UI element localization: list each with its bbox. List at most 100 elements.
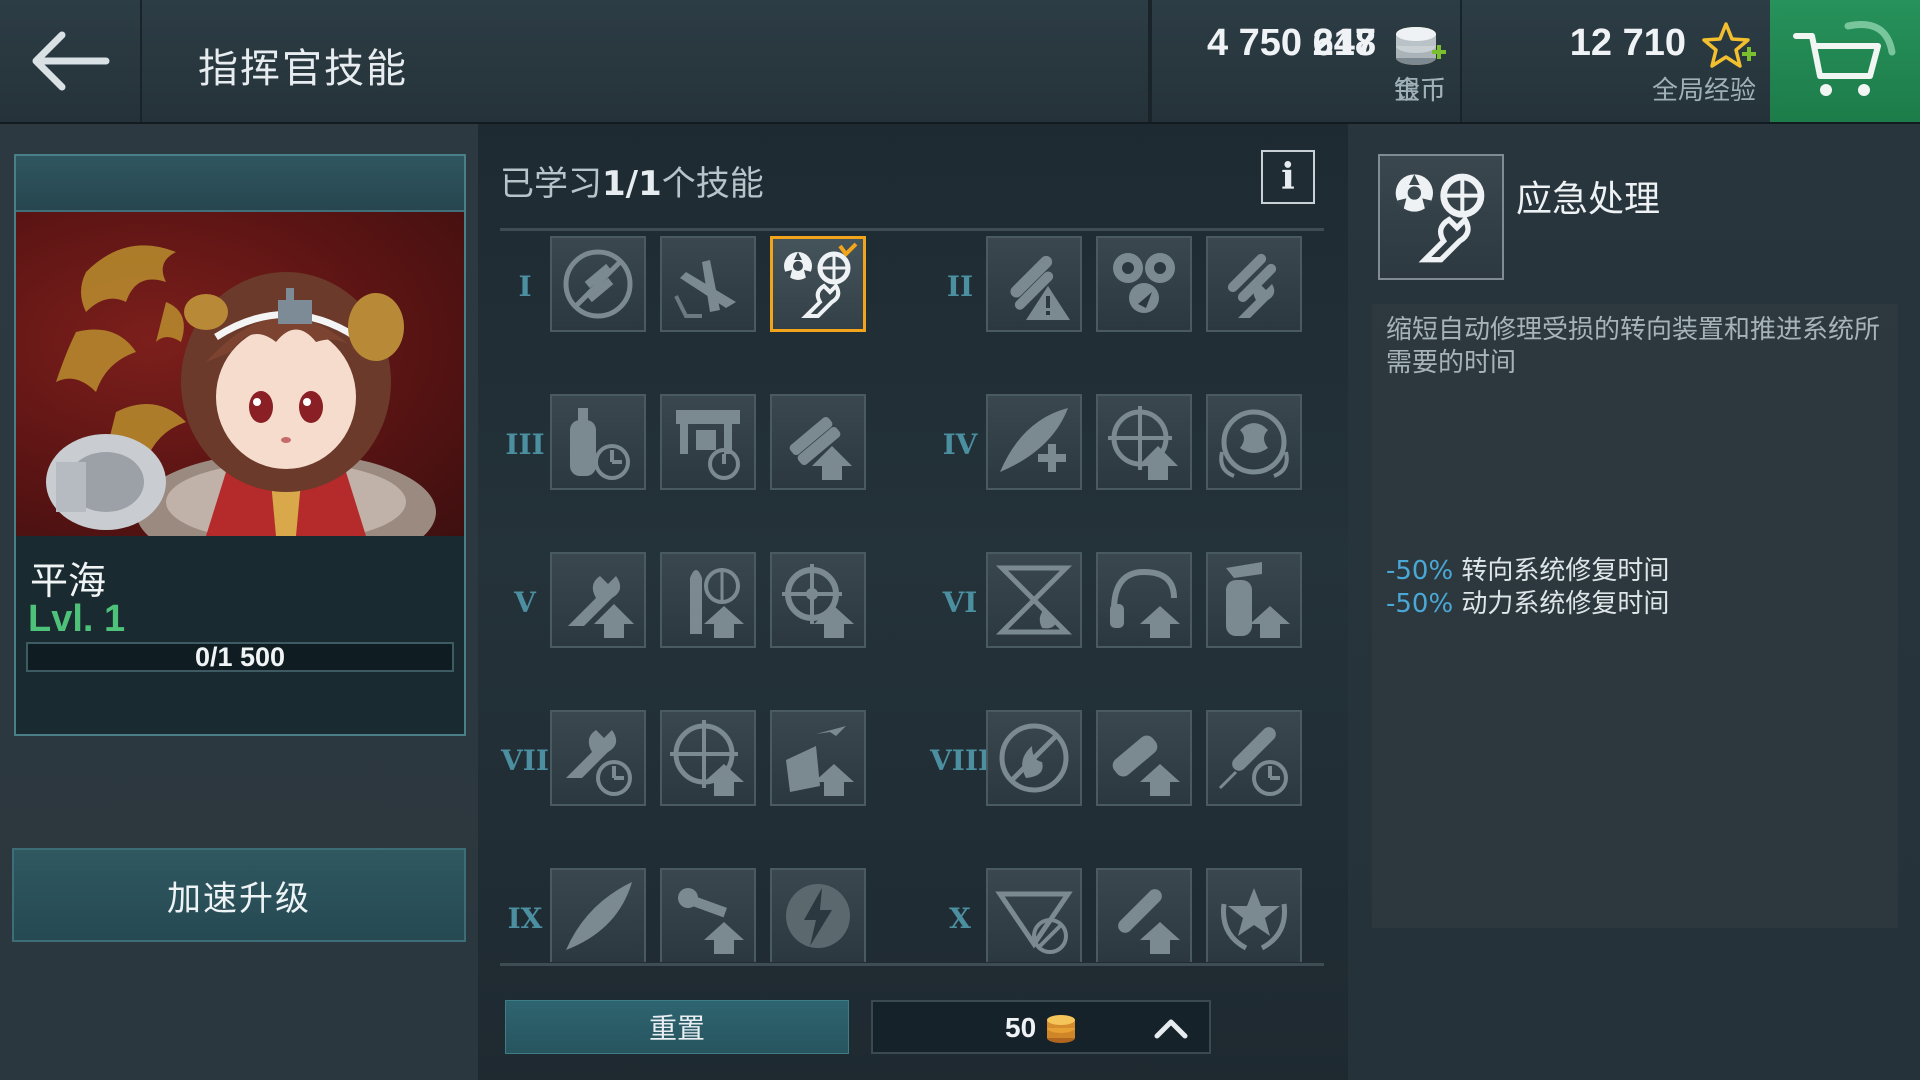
cart-icon [1793, 21, 1896, 96]
extinguisher-timer-icon [570, 408, 630, 480]
skill-tier4-c[interactable] [1206, 394, 1302, 490]
commander-xp-bar: 0/1 500 [26, 642, 454, 672]
skill-detail-panel: 应急处理 缩短自动修理受损的转向装置和推进系统所需要的时间 -50% 转向系统修… [1348, 124, 1920, 1080]
effect-percentage: -50% [1386, 589, 1454, 619]
skill-tier9-a[interactable] [550, 868, 646, 962]
tier-label-7: VII [501, 744, 549, 777]
emergency-repair-icon [1395, 173, 1485, 263]
learned-count: 1/1 [602, 164, 662, 204]
skill-description: 缩短自动修理受损的转向装置和推进系统所需要的时间 [1386, 315, 1881, 378]
gold-coin-icon [1047, 1015, 1075, 1043]
ship-heal-icon [1000, 408, 1068, 472]
commander-portrait [16, 212, 464, 536]
reset-cost-value: 50 [1005, 1012, 1037, 1043]
commander-level: Lvl. 1 [28, 598, 126, 640]
hourglass-fire-icon [995, 565, 1073, 635]
skill-tier4-b[interactable] [1096, 394, 1192, 490]
skill-tier6-c[interactable] [1206, 552, 1302, 648]
silver-coin-add-icon [1396, 27, 1446, 65]
detection-gears-icon [1113, 253, 1175, 313]
skill-tier8-b[interactable] [1096, 710, 1192, 806]
skill-tree-panel: 已学习1/1个技能 i I II III IV V VI VII VIII IX… [478, 124, 1348, 1080]
speed-up-button[interactable]: 加速升级 [12, 848, 466, 942]
dragon-emblem-icon [1219, 409, 1289, 478]
wrench-timer-icon [566, 730, 632, 796]
skill-tier3-c[interactable] [770, 394, 866, 490]
skill-title: 应急处理 [1516, 179, 1661, 220]
tier-label-2: II [946, 270, 974, 303]
effect-text: 动力系统修复时间 [1453, 589, 1670, 619]
torpedo-timer-icon [1218, 727, 1288, 796]
skill-description-box: 缩短自动修理受损的转向装置和推进系统所需要的时间 -50% 转向系统修复时间 -… [1372, 304, 1898, 928]
top-bar: 指挥官技能 218 金币 4 750 647 银币 12 710 全局经验 [0, 0, 1920, 124]
skill-tier3-b[interactable] [660, 394, 756, 490]
silver-display-area[interactable]: 4 750 647 银币 [1150, 0, 1460, 122]
skill-tier9-b[interactable] [660, 868, 756, 962]
shell-upgrade-icon [1112, 735, 1180, 796]
skill-tier2-c[interactable] [1206, 236, 1302, 332]
star-add-icon [1702, 22, 1756, 68]
global-xp-display[interactable]: 12 710 全局经验 [1460, 0, 1770, 122]
skill-tier2-a[interactable] [986, 236, 1082, 332]
skill-tier5-c[interactable] [770, 552, 866, 648]
global-xp-label: 全局经验 [1651, 76, 1756, 106]
silver-amount: 4 750 647 [1206, 22, 1376, 64]
skill-aircraft-slot[interactable] [660, 236, 756, 332]
skill-tier10-b[interactable] [1096, 868, 1192, 962]
skill-tier7-c[interactable] [770, 710, 866, 806]
learned-skills-text: 已学习1/1个技能 [500, 156, 764, 205]
skill-tier7-a[interactable] [550, 710, 646, 806]
torpedo-warning-icon [1010, 255, 1070, 320]
tier-label-8: VIII [930, 744, 992, 777]
laurel-star-icon [1220, 888, 1288, 951]
selected-skill-icon [1378, 154, 1504, 280]
commander-name: 平海 [30, 559, 107, 603]
skill-tier8-c[interactable] [1206, 710, 1302, 806]
lightning-icon [786, 884, 850, 948]
skill-tier2-b[interactable] [1096, 236, 1192, 332]
back-arrow-icon [32, 31, 110, 91]
skill-tier4-a[interactable] [986, 394, 1082, 490]
anti-aircraft-forbidden-icon [563, 249, 633, 319]
secondary-guns-upgrade-icon [678, 888, 744, 954]
tier-label-1: I [518, 270, 532, 303]
divider [500, 963, 1324, 966]
back-button[interactable] [0, 0, 142, 122]
skill-tier3-a[interactable] [550, 394, 646, 490]
tier-label-6: VI [942, 586, 978, 619]
card-header [16, 156, 464, 212]
torpedo-upgrade-icon [1118, 889, 1180, 954]
crosshair-upgrade-icon [670, 720, 744, 796]
tier-label-4: IV [942, 428, 978, 461]
silver-label: 银币 [1393, 76, 1446, 106]
skill-tier8-a[interactable] [986, 710, 1082, 806]
skill-tier6-b[interactable] [1096, 552, 1192, 648]
skill-tier10-a[interactable] [986, 868, 1082, 962]
ship-speed-icon [566, 882, 632, 950]
reset-cost-selector[interactable]: 50 [871, 1000, 1211, 1054]
commander-card[interactable]: 平海 Lvl. 1 0/1 500 [14, 154, 466, 736]
skill-no-aa-icon-slot[interactable] [550, 236, 646, 332]
skill-grid[interactable]: I II III IV V VI VII VIII IX X [478, 232, 1348, 962]
skill-emergency-repair[interactable] [770, 236, 866, 332]
reset-button[interactable]: 重置 [505, 1000, 849, 1054]
extinguisher-upgrade-icon [1226, 562, 1290, 638]
skill-tier9-c[interactable] [770, 868, 866, 962]
skill-tier7-b[interactable] [660, 710, 756, 806]
emergency-repair-icon [784, 242, 858, 318]
divider [500, 228, 1324, 231]
skill-tier10-c[interactable] [1206, 868, 1302, 962]
xp-bar-text: 0/1 500 [194, 642, 286, 672]
skill-tier5-a[interactable] [550, 552, 646, 648]
skill-tier5-b[interactable] [660, 552, 756, 648]
tier-label-3: III [505, 428, 545, 461]
wrench-upgrade-icon [568, 576, 634, 638]
gun-upgrade-icon [789, 416, 852, 480]
skill-effect: -50% 动力系统修复时间 [1386, 583, 1669, 620]
skill-tier6-a[interactable] [986, 552, 1082, 648]
target-upgrade-icon [1108, 406, 1178, 480]
info-button[interactable]: i [1261, 150, 1315, 204]
shop-cart-button[interactable] [1770, 0, 1920, 122]
tier-label-5: V [514, 586, 536, 619]
learned-prefix: 已学习 [500, 164, 602, 204]
